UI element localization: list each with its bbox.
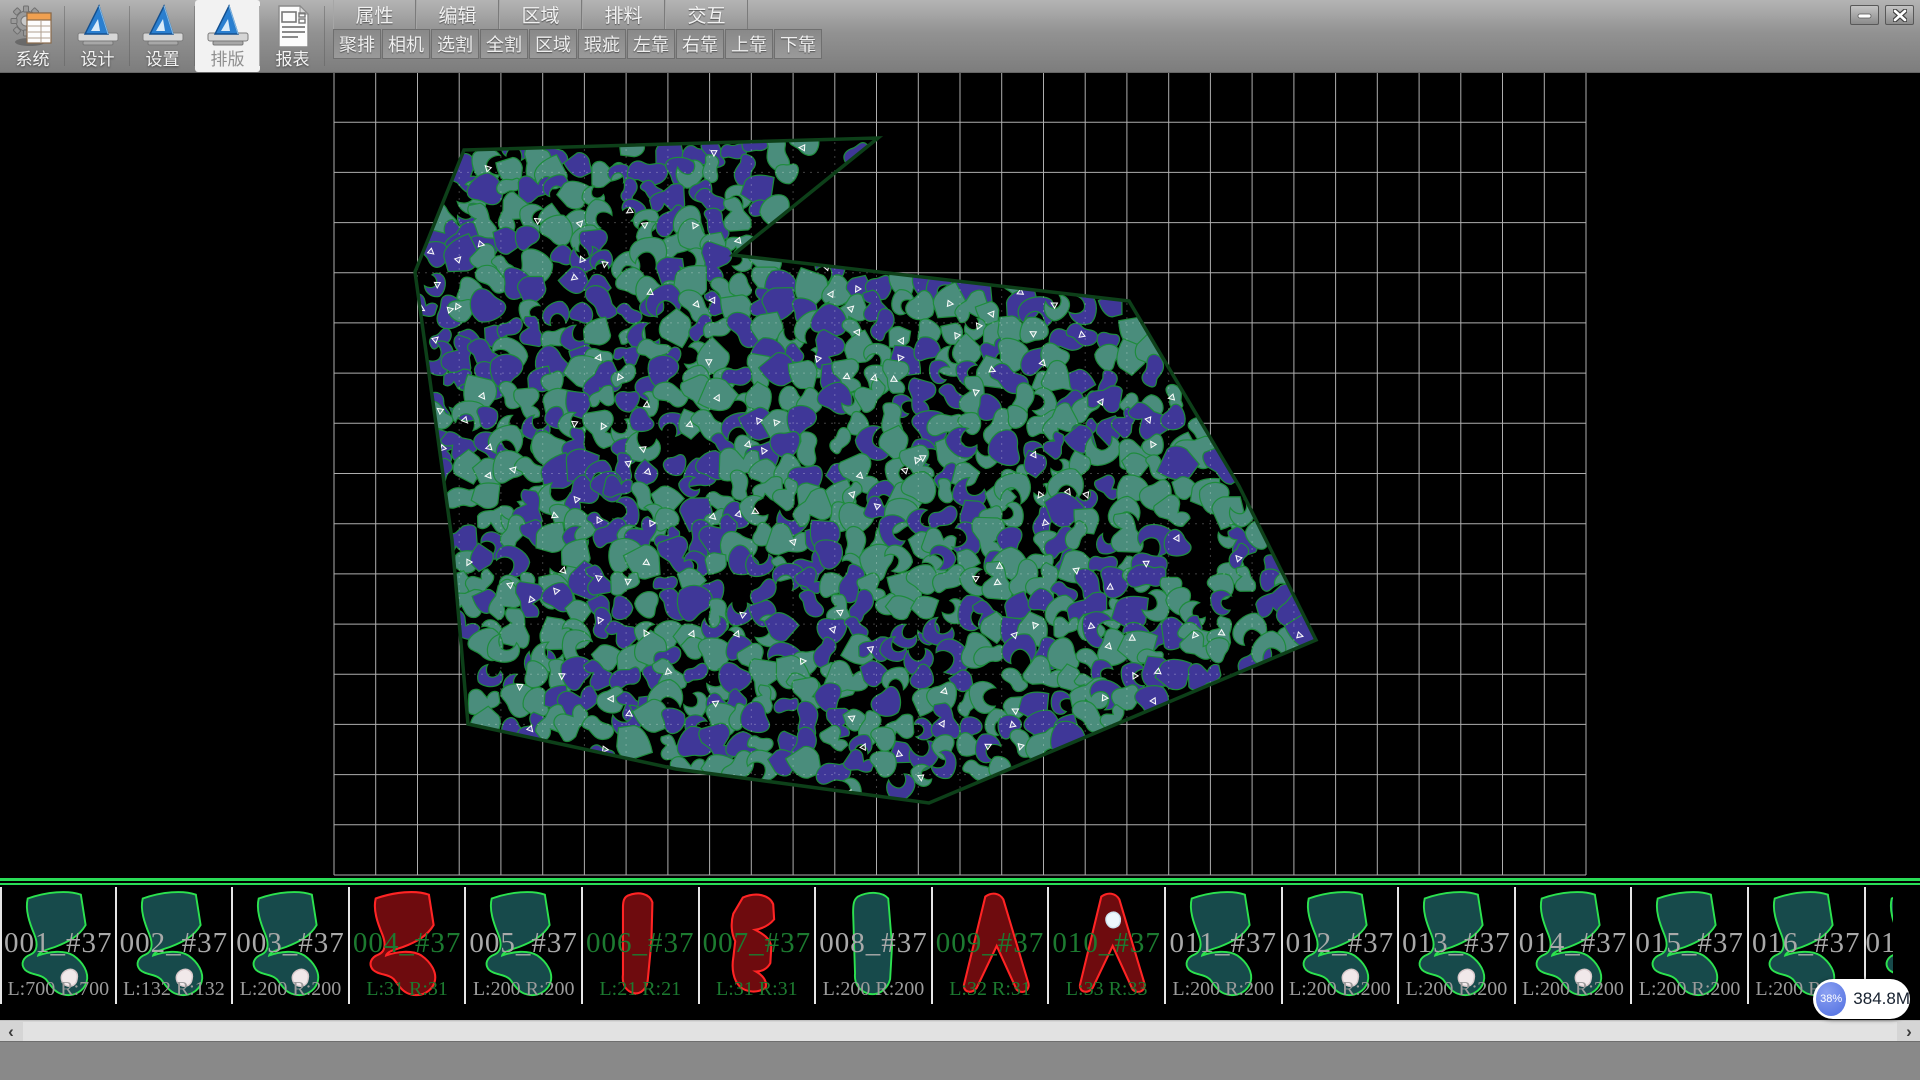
big-button-label: 系统 bbox=[16, 50, 50, 70]
ruler-icon bbox=[75, 4, 121, 50]
piece-lr-count-label: L:200 R:200 bbox=[816, 978, 931, 1001]
app-window: 系统设计设置排版报表 属性编辑区域排料交互 聚排相机选割全割区域瑕疵左靠右靠上靠… bbox=[0, 0, 1920, 1080]
piece-id-label: 003_#37 bbox=[233, 927, 348, 960]
big-button-3[interactable]: 排版 bbox=[195, 0, 260, 72]
piece-lr-count-label: L:200 R:200 bbox=[1516, 978, 1631, 1001]
piece-thumbnail-11[interactable]: 011_#37 L:200 R:200 bbox=[1166, 887, 1283, 1004]
piece-thumbnail-9[interactable]: 009_#37 L:32 R:31 bbox=[933, 887, 1050, 1004]
window-controls bbox=[1850, 5, 1914, 25]
piece-id-label: 014_#37 bbox=[1516, 927, 1631, 960]
ruler-icon bbox=[140, 4, 186, 50]
piece-thumbnail-15[interactable]: 015_#37 L:200 R:200 bbox=[1632, 887, 1749, 1004]
action-button-5[interactable]: 瑕疵 bbox=[578, 29, 626, 59]
menu-row: 属性编辑区域排料交互 bbox=[333, 0, 748, 29]
report-icon bbox=[270, 4, 316, 50]
action-button-4[interactable]: 区域 bbox=[529, 29, 577, 59]
piece-id-label: 012_#37 bbox=[1283, 927, 1398, 960]
piece-lr-count-label: L:31 R:31 bbox=[350, 978, 465, 1001]
piece-lr-count-label: L:200 R:200 bbox=[1632, 978, 1747, 1001]
action-button-7[interactable]: 右靠 bbox=[676, 29, 724, 59]
action-button-2[interactable]: 选割 bbox=[431, 29, 479, 59]
strip-border-line bbox=[0, 883, 1920, 885]
piece-thumbnail-3[interactable]: 003_#37 L:200 R:200 bbox=[233, 887, 350, 1004]
piece-lr-count-label: L:21 R:21 bbox=[583, 978, 698, 1001]
piece-thumbnail-8[interactable]: 008_#37 L:200 R:200 bbox=[816, 887, 933, 1004]
big-button-2[interactable]: 设置 bbox=[130, 0, 195, 72]
gear-table-icon bbox=[10, 4, 56, 50]
ruler-icon bbox=[205, 4, 251, 50]
big-button-label: 设计 bbox=[81, 50, 115, 70]
piece-thumbnail-strip: 001_#37 L:700 R:700002_#37 L:132 R:132003_… bbox=[0, 878, 1920, 1012]
menu-item-2[interactable]: 区域 bbox=[499, 0, 582, 29]
piece-lr-count-label: L:132 R:132 bbox=[117, 978, 232, 1001]
action-button-0[interactable]: 聚排 bbox=[333, 29, 381, 59]
close-button[interactable] bbox=[1885, 5, 1914, 25]
big-buttons: 系统 设计 设置 排版 报表 bbox=[0, 0, 325, 72]
menu-item-4[interactable]: 交互 bbox=[665, 0, 748, 29]
piece-thumbnail-12[interactable]: 012_#37 L:200 R:200 bbox=[1283, 887, 1400, 1004]
menu-item-1[interactable]: 编辑 bbox=[416, 0, 499, 29]
big-button-label: 报表 bbox=[276, 50, 310, 70]
action-button-1[interactable]: 相机 bbox=[382, 29, 430, 59]
toolbar: 系统设计设置排版报表 属性编辑区域排料交互 聚排相机选割全割区域瑕疵左靠右靠上靠… bbox=[0, 0, 1920, 73]
piece-thumbnail-1[interactable]: 001_#37 L:700 R:700 bbox=[0, 887, 117, 1004]
horizontal-scrollbar[interactable]: ‹ › bbox=[0, 1020, 1920, 1042]
memory-usage-label: 384.8M bbox=[1853, 989, 1910, 1009]
piece-id-label: 002_#37 bbox=[117, 927, 232, 960]
piece-id-label: 011_#37 bbox=[1166, 927, 1281, 960]
scroll-right-arrow-icon[interactable]: › bbox=[1898, 1021, 1920, 1042]
big-button-0[interactable]: 系统 bbox=[0, 0, 65, 72]
progress-percent-badge: 38% bbox=[1816, 982, 1846, 1016]
thumbnail-cells: 001_#37 L:700 R:700002_#37 L:132 R:132003_… bbox=[0, 887, 1920, 1004]
piece-id-label: 007_#37 bbox=[700, 927, 815, 960]
scrollbar-thumb[interactable] bbox=[23, 1022, 1897, 1041]
minimize-icon bbox=[1857, 10, 1872, 20]
piece-lr-count-label: L:31 R:31 bbox=[700, 978, 815, 1001]
piece-id-label: 006_#37 bbox=[583, 927, 698, 960]
scroll-left-arrow-icon[interactable]: ‹ bbox=[0, 1021, 22, 1042]
piece-thumbnail-10[interactable]: 010_#37 L:33 R:33 bbox=[1049, 887, 1166, 1004]
piece-thumbnail-6[interactable]: 006_#37 L:21 R:21 bbox=[583, 887, 700, 1004]
menu-item-0[interactable]: 属性 bbox=[333, 0, 416, 29]
action-button-9[interactable]: 下靠 bbox=[774, 29, 822, 59]
action-row: 聚排相机选割全割区域瑕疵左靠右靠上靠下靠 bbox=[333, 29, 823, 60]
piece-thumbnail-13[interactable]: 013_#37 L:200 R:200 bbox=[1399, 887, 1516, 1004]
piece-thumbnail-2[interactable]: 002_#37 L:132 R:132 bbox=[117, 887, 234, 1004]
big-button-label: 设置 bbox=[146, 50, 180, 70]
piece-lr-count-label: L:200 R:200 bbox=[1283, 978, 1398, 1001]
close-icon bbox=[1893, 9, 1907, 22]
piece-id-label: 001_#37 bbox=[2, 927, 115, 960]
strip-border-line bbox=[0, 878, 1920, 881]
piece-lr-count-label: L:33 R:33 bbox=[1049, 978, 1164, 1001]
memory-status-pill: 38% 384.8M bbox=[1813, 979, 1910, 1019]
minimize-button[interactable] bbox=[1850, 5, 1879, 25]
piece-id-label: 008_#37 bbox=[816, 927, 931, 960]
piece-lr-count-label: L:700 R:700 bbox=[2, 978, 115, 1001]
piece-lr-count-label: L:200 R:200 bbox=[1166, 978, 1281, 1001]
piece-thumbnail-14[interactable]: 014_#37 L:200 R:200 bbox=[1516, 887, 1633, 1004]
action-button-3[interactable]: 全割 bbox=[480, 29, 528, 59]
action-button-6[interactable]: 左靠 bbox=[627, 29, 675, 59]
piece-id-label: 015_#37 bbox=[1632, 927, 1747, 960]
piece-id-label: 017_#37 bbox=[1866, 927, 1893, 960]
piece-thumbnail-7[interactable]: 007_#37 L:31 R:31 bbox=[700, 887, 817, 1004]
big-button-1[interactable]: 设计 bbox=[65, 0, 130, 72]
piece-id-label: 013_#37 bbox=[1399, 927, 1514, 960]
piece-thumbnail-5[interactable]: 005_#37 L:200 R:200 bbox=[466, 887, 583, 1004]
piece-lr-count-label: L:200 R:200 bbox=[466, 978, 581, 1001]
piece-lr-count-label: L:200 R:200 bbox=[233, 978, 348, 1001]
piece-id-label: 010_#37 bbox=[1049, 927, 1164, 960]
piece-id-label: 004_#37 bbox=[350, 927, 465, 960]
piece-thumbnail-4[interactable]: 004_#37 L:31 R:31 bbox=[350, 887, 467, 1004]
piece-lr-count-label: L:32 R:31 bbox=[933, 978, 1048, 1001]
big-button-4[interactable]: 报表 bbox=[260, 0, 325, 72]
action-button-8[interactable]: 上靠 bbox=[725, 29, 773, 59]
piece-lr-count-label: L:200 R:200 bbox=[1399, 978, 1514, 1001]
piece-id-label: 016_#37 bbox=[1749, 927, 1864, 960]
menu-item-3[interactable]: 排料 bbox=[582, 0, 665, 29]
big-button-label: 排版 bbox=[211, 50, 245, 70]
piece-id-label: 009_#37 bbox=[933, 927, 1048, 960]
window-bottom-bar bbox=[0, 1041, 1920, 1080]
piece-id-label: 005_#37 bbox=[466, 927, 581, 960]
